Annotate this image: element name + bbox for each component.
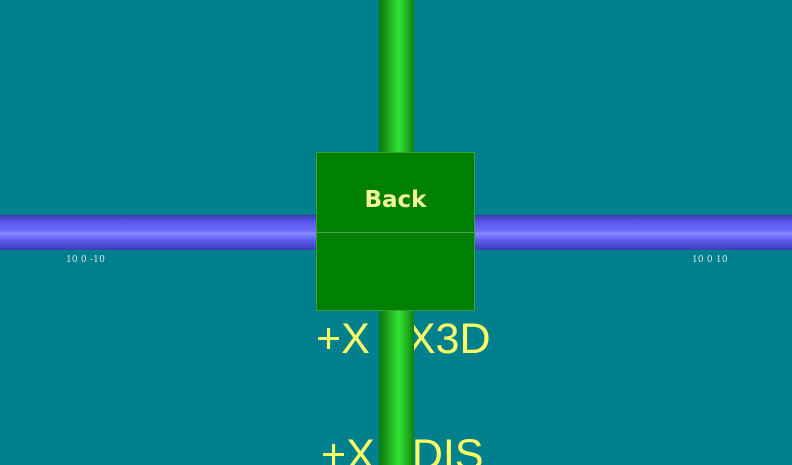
back-button[interactable]: Back [316,152,475,311]
back-panel-divider [317,232,474,233]
x-axis-tick-label-left: 10 0 -10 [66,255,105,265]
x3d-scene-viewport[interactable]: 10 0 -10 10 0 10 +X +X3D +X +DIS Back [0,0,792,465]
x-axis-tick-label-right: 10 0 10 [692,255,728,265]
back-button-label: Back [364,187,427,213]
y-axis-bar-front [379,311,414,465]
